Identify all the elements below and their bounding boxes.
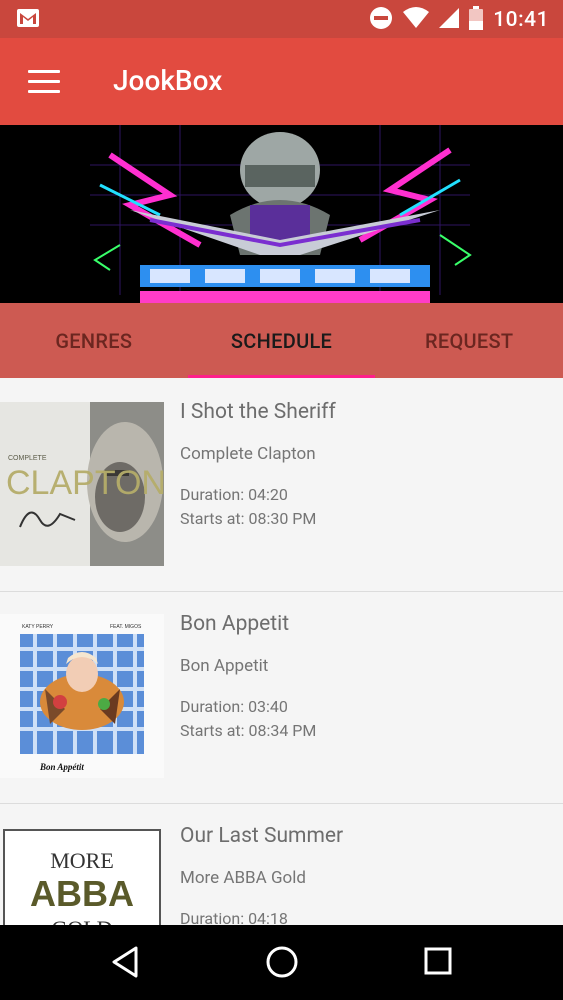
app-title: JookBox <box>113 64 223 97</box>
album-art: COMPLETE CLAPTON <box>0 402 164 566</box>
tab-genres[interactable]: GENRES <box>0 303 188 378</box>
svg-text:KATY PERRY: KATY PERRY <box>22 624 54 630</box>
duration: Duration: 04:18 <box>180 909 288 925</box>
svg-text:ABBA: ABBA <box>30 873 134 914</box>
gmail-notification-icon <box>16 8 40 32</box>
svg-text:FEAT. MIGOS: FEAT. MIGOS <box>110 624 142 630</box>
schedule-list[interactable]: COMPLETE CLAPTON I Shot the Sheriff Comp… <box>0 380 563 925</box>
song-title: Our Last Summer <box>180 824 344 848</box>
start-time: Starts at: 08:34 PM <box>180 721 317 740</box>
start-time: Starts at: 08:30 PM <box>180 509 317 528</box>
album-name: Bon Appetit <box>180 656 269 676</box>
list-item[interactable]: Bon Appétit KATY PERRY FEAT. MIGOS Bon A… <box>0 592 563 804</box>
back-icon[interactable] <box>110 945 140 983</box>
album-name: More ABBA Gold <box>180 868 306 888</box>
recents-icon[interactable] <box>424 947 452 979</box>
status-bar: 10:41 <box>0 0 563 38</box>
app-bar: JookBox <box>0 38 563 125</box>
list-item[interactable]: COMPLETE CLAPTON I Shot the Sheriff Comp… <box>0 380 563 592</box>
battery-icon <box>469 6 484 34</box>
navigation-bar <box>0 925 563 1000</box>
do-not-disturb-icon <box>369 6 393 34</box>
song-title: I Shot the Sheriff <box>180 400 336 424</box>
duration: Duration: 03:40 <box>180 697 288 716</box>
cell-signal-icon <box>439 7 460 33</box>
svg-text:CLAPTON: CLAPTON <box>6 464 164 502</box>
tab-request[interactable]: REQUEST <box>375 303 563 378</box>
menu-icon[interactable] <box>28 70 60 94</box>
song-title: Bon Appetit <box>180 612 290 636</box>
tab-schedule[interactable]: SCHEDULE <box>187 303 376 378</box>
list-item[interactable]: MORE ABBA GOLD Our Last Summer More ABBA… <box>0 804 563 925</box>
svg-text:GOLD: GOLD <box>51 916 112 925</box>
clock: 10:41 <box>493 8 549 32</box>
home-icon[interactable] <box>265 945 299 983</box>
svg-text:MORE: MORE <box>50 848 114 873</box>
tab-bar: GENRES SCHEDULE REQUEST <box>0 303 563 378</box>
svg-text:Bon Appétit: Bon Appétit <box>39 762 84 772</box>
wifi-icon <box>403 7 430 33</box>
album-art: Bon Appétit KATY PERRY FEAT. MIGOS <box>0 614 164 778</box>
album-name: Complete Clapton <box>180 444 316 464</box>
svg-text:COMPLETE: COMPLETE <box>8 455 47 462</box>
album-art: MORE ABBA GOLD <box>0 826 164 925</box>
duration: Duration: 04:20 <box>180 485 288 504</box>
banner-image <box>0 125 563 303</box>
